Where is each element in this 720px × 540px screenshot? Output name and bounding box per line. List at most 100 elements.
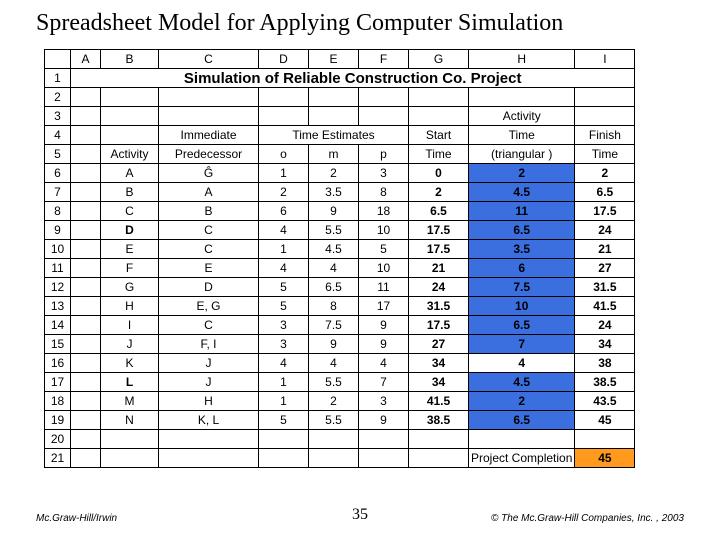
rowhdr-19: 19 [45,411,71,430]
project-completion-value: 45 [575,449,635,468]
table-row: 9DC45.51017.56.524 [45,221,635,240]
cell-start: 27 [409,335,469,354]
cell-pred: J [159,354,259,373]
table-row: 15JF, I39927734 [45,335,635,354]
col-A: A [71,50,101,69]
table-row: 16KJ44434438 [45,354,635,373]
cell-p: 11 [359,278,409,297]
cell-activity: J [101,335,159,354]
cell-finish: 34 [575,335,635,354]
cell-o: 4 [259,259,309,278]
cell-finish: 31.5 [575,278,635,297]
cell-activity: B [101,183,159,202]
table-row: 12GD56.511247.531.5 [45,278,635,297]
cell-m: 4.5 [309,240,359,259]
table-row: 6AĜ123022 [45,164,635,183]
cell-finish: 21 [575,240,635,259]
cell-m: 9 [309,335,359,354]
cell-o: 5 [259,411,309,430]
hdr-start: Start [409,126,469,145]
cell-o: 1 [259,373,309,392]
cell-o: 3 [259,316,309,335]
cell-start: 6.5 [409,202,469,221]
row-5: 5ActivityPredecessorompTime(triangular )… [45,145,635,164]
cell-p: 10 [359,221,409,240]
cell-finish: 27 [575,259,635,278]
rowhdr-21: 21 [45,449,71,468]
cell-p: 17 [359,297,409,316]
rowhdr-9: 9 [45,221,71,240]
hdr-time: Time [469,126,575,145]
row-1: 1 Simulation of Reliable Construction Co… [45,69,635,88]
col-G: G [409,50,469,69]
rowhdr-7: 7 [45,183,71,202]
cell-p: 7 [359,373,409,392]
rowhdr-12: 12 [45,278,71,297]
cell-m: 5.5 [309,373,359,392]
cell-start: 24 [409,278,469,297]
col-E: E [309,50,359,69]
cell-activity: K [101,354,159,373]
page-number: 35 [352,506,368,524]
rowhdr-2: 2 [45,88,71,107]
row-20: 20 [45,430,635,449]
cell-atime: 11 [469,202,575,221]
cell-finish: 24 [575,221,635,240]
spreadsheet-table: A B C D E F G H I 1 Simulation of Reliab… [44,49,635,468]
cell-p: 9 [359,335,409,354]
cell-pred: B [159,202,259,221]
cell-m: 7.5 [309,316,359,335]
row-2: 2 [45,88,635,107]
cell-m: 4 [309,354,359,373]
table-row: 8CB69186.51117.5 [45,202,635,221]
cell-p: 3 [359,164,409,183]
cell-pred: C [159,221,259,240]
row-4: 4ImmediateTime EstimatesStartTimeFinish [45,126,635,145]
col-F: F [359,50,409,69]
rowhdr-13: 13 [45,297,71,316]
rowhdr-6: 6 [45,164,71,183]
sheet-title: Simulation of Reliable Construction Co. … [71,69,635,88]
cell-start: 17.5 [409,221,469,240]
cell-activity: F [101,259,159,278]
cell-m: 5.5 [309,221,359,240]
cell-o: 5 [259,278,309,297]
rowhdr-17: 17 [45,373,71,392]
cell-activity: H [101,297,159,316]
cell-o: 1 [259,164,309,183]
hdr-activity-top: Activity [469,107,575,126]
slide-title: Spreadsheet Model for Applying Computer … [0,0,720,49]
cell-start: 21 [409,259,469,278]
rowhdr-3: 3 [45,107,71,126]
cell-o: 4 [259,354,309,373]
cell-o: 4 [259,221,309,240]
hdr-time-estimates: Time Estimates [259,126,409,145]
cell-o: 3 [259,335,309,354]
cell-pred: C [159,316,259,335]
cell-start: 0 [409,164,469,183]
cell-activity: L [101,373,159,392]
cell-atime: 3.5 [469,240,575,259]
cell-o: 2 [259,183,309,202]
cell-activity: G [101,278,159,297]
cell-p: 9 [359,316,409,335]
rowhdr-15: 15 [45,335,71,354]
cell-start: 17.5 [409,240,469,259]
rowhdr-5: 5 [45,145,71,164]
cell-finish: 41.5 [575,297,635,316]
cell-p: 10 [359,259,409,278]
cell-pred: K, L [159,411,259,430]
cell-finish: 38.5 [575,373,635,392]
cell-atime: 7 [469,335,575,354]
hdr-finish: Finish [575,126,635,145]
cell-atime: 6.5 [469,221,575,240]
cell-atime: 2 [469,392,575,411]
cell-finish: 43.5 [575,392,635,411]
cell-atime: 2 [469,164,575,183]
rowhdr-4: 4 [45,126,71,145]
cell-start: 2 [409,183,469,202]
cell-m: 4 [309,259,359,278]
cell-atime: 7.5 [469,278,575,297]
cell-atime: 10 [469,297,575,316]
cell-pred: D [159,278,259,297]
